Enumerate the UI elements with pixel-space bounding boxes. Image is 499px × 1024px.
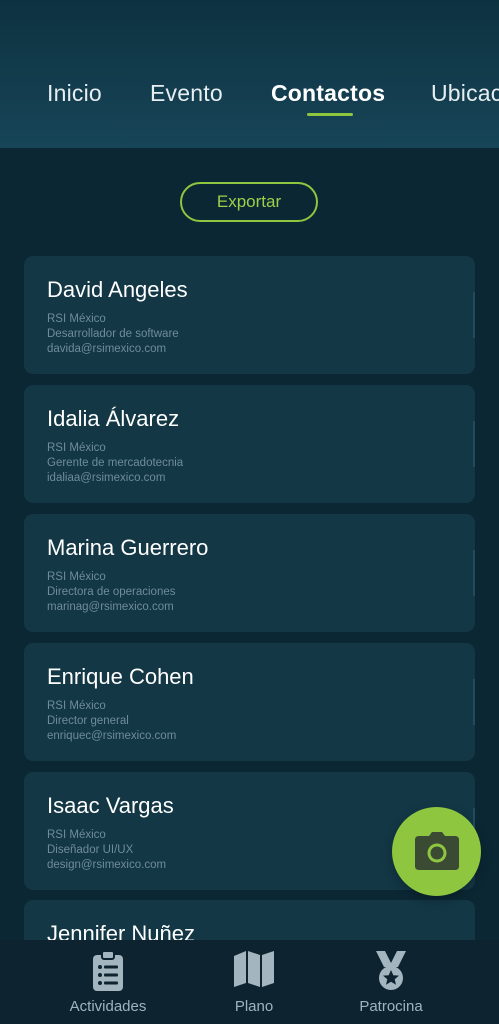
card-edge xyxy=(473,679,475,725)
contact-company: RSI México xyxy=(47,571,106,583)
contact-email: enriquec@rsimexico.com xyxy=(47,730,177,742)
contact-card[interactable]: David Angeles RSI México Desarrollador d… xyxy=(24,256,475,374)
contact-role: Directora de operaciones xyxy=(47,586,176,598)
medal-icon xyxy=(376,951,406,990)
camera-button[interactable] xyxy=(392,807,481,896)
contact-name: Marina Guerrero xyxy=(47,535,209,560)
header: Inicio Evento Contactos Ubicac xyxy=(0,0,499,148)
contact-role: Desarrollador de software xyxy=(47,328,179,340)
contact-card[interactable]: Enrique Cohen RSI México Director genera… xyxy=(24,643,475,761)
contact-company: RSI México xyxy=(47,442,106,454)
camera-icon xyxy=(415,832,459,870)
contact-name: Jennifer Nuñez xyxy=(47,921,195,940)
clipboard-list-icon xyxy=(93,950,123,991)
contact-name: Enrique Cohen xyxy=(47,664,194,689)
contact-card[interactable]: Jennifer Nuñez xyxy=(24,900,475,940)
active-tab-indicator xyxy=(307,113,353,116)
bottom-nav: Actividades Plano Patrocina xyxy=(0,940,499,1024)
card-edge xyxy=(473,292,475,338)
contact-company: RSI México xyxy=(47,829,106,841)
tab-contactos[interactable]: Contactos xyxy=(271,80,385,107)
nav-item-actividades[interactable]: Actividades xyxy=(38,940,178,1024)
nav-item-patrocina[interactable]: Patrocina xyxy=(321,940,461,1024)
export-button[interactable]: Exportar xyxy=(180,182,318,222)
contact-role: Diseñador UI/UX xyxy=(47,844,134,856)
app: David Angeles RSI México Desarrollador d… xyxy=(0,0,499,1024)
contact-company: RSI México xyxy=(47,700,106,712)
contact-role: Gerente de mercadotecnia xyxy=(47,457,184,469)
map-icon xyxy=(234,951,274,987)
tab-ubicacion[interactable]: Ubicac xyxy=(431,80,499,107)
contact-card[interactable]: Marina Guerrero RSI México Directora de … xyxy=(24,514,475,632)
tab-inicio[interactable]: Inicio xyxy=(47,80,102,107)
contact-card[interactable]: Idalia Álvarez RSI México Gerente de mer… xyxy=(24,385,475,503)
contact-name: Idalia Álvarez xyxy=(47,406,180,431)
nav-item-plano[interactable]: Plano xyxy=(184,940,324,1024)
card-edge xyxy=(473,550,475,596)
tab-evento[interactable]: Evento xyxy=(150,80,223,107)
nav-label: Plano xyxy=(234,998,274,1015)
contact-email: marinag@rsimexico.com xyxy=(47,601,174,613)
contact-role: Director general xyxy=(47,715,129,727)
card-edge xyxy=(473,421,475,467)
nav-label: Actividades xyxy=(69,998,147,1015)
contact-email: design@rsimexico.com xyxy=(47,859,167,871)
contact-name: Isaac Vargas xyxy=(47,793,174,818)
nav-label: Patrocina xyxy=(359,998,423,1015)
contact-email: davida@rsimexico.com xyxy=(47,343,167,355)
contact-name: David Angeles xyxy=(47,277,188,302)
contact-company: RSI México xyxy=(47,313,106,325)
contact-email: idaliaa@rsimexico.com xyxy=(47,472,166,484)
